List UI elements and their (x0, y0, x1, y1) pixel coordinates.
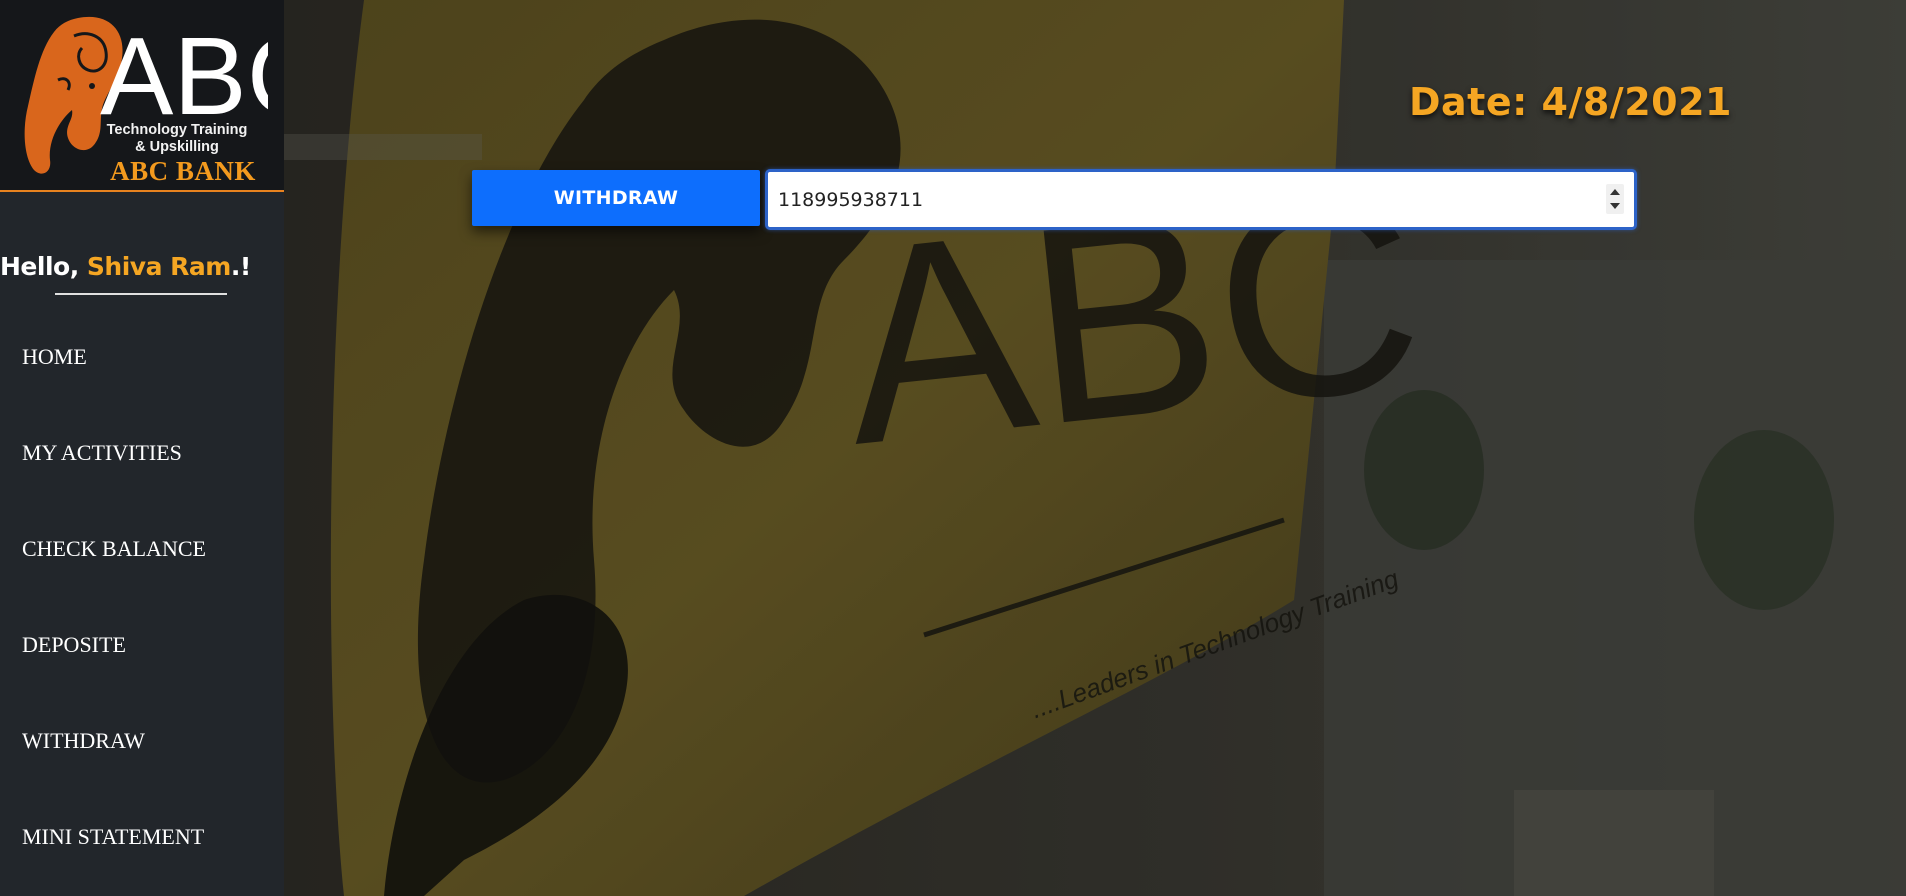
current-date: Date: 4/8/2021 (1409, 80, 1732, 124)
nav-item-check-balance[interactable]: CHECK BALANCE (22, 536, 206, 562)
user-name: Shiva Ram (86, 252, 231, 281)
nav-item-my-activities[interactable]: MY ACTIVITIES (22, 440, 182, 466)
nav-item-home[interactable]: HOME (22, 344, 87, 370)
greeting-prefix: Hello, (0, 252, 87, 281)
greeting: Hello, Shiva Ram.! (0, 252, 251, 281)
tagline-line-1: Technology Training (106, 122, 248, 138)
spin-down-icon[interactable] (1610, 203, 1620, 209)
nav-item-deposite[interactable]: DEPOSITE (22, 632, 126, 658)
logo-letters: ABC (100, 15, 268, 124)
main-content: ABC ....Leaders in Technology Training D… (284, 0, 1906, 896)
background-photo: ABC ....Leaders in Technology Training (284, 0, 1906, 896)
amount-field-wrapper (765, 169, 1637, 230)
faint-placeholder-field (284, 134, 482, 160)
greeting-suffix: .! (230, 252, 251, 281)
withdraw-amount-input[interactable] (778, 172, 1578, 227)
sidebar: ABC Technology Training & Upskilling ABC… (0, 0, 284, 896)
logo-tagline: Technology Training & Upskilling (92, 122, 262, 156)
withdraw-button[interactable]: WITHDRAW (472, 170, 760, 226)
abc-letters: ABC (100, 15, 268, 124)
brand-logo[interactable]: ABC Technology Training & Upskilling ABC… (0, 0, 284, 192)
spin-up-icon[interactable] (1610, 189, 1620, 195)
nav-item-mini-statement[interactable]: MINI STATEMENT (22, 824, 204, 850)
tagline-line-2: & Upskilling (135, 139, 219, 155)
bank-name: ABC BANK (110, 156, 256, 186)
greeting-underline (55, 293, 227, 295)
number-spinner[interactable] (1606, 184, 1624, 214)
nav-item-withdraw[interactable]: WITHDRAW (22, 728, 145, 754)
